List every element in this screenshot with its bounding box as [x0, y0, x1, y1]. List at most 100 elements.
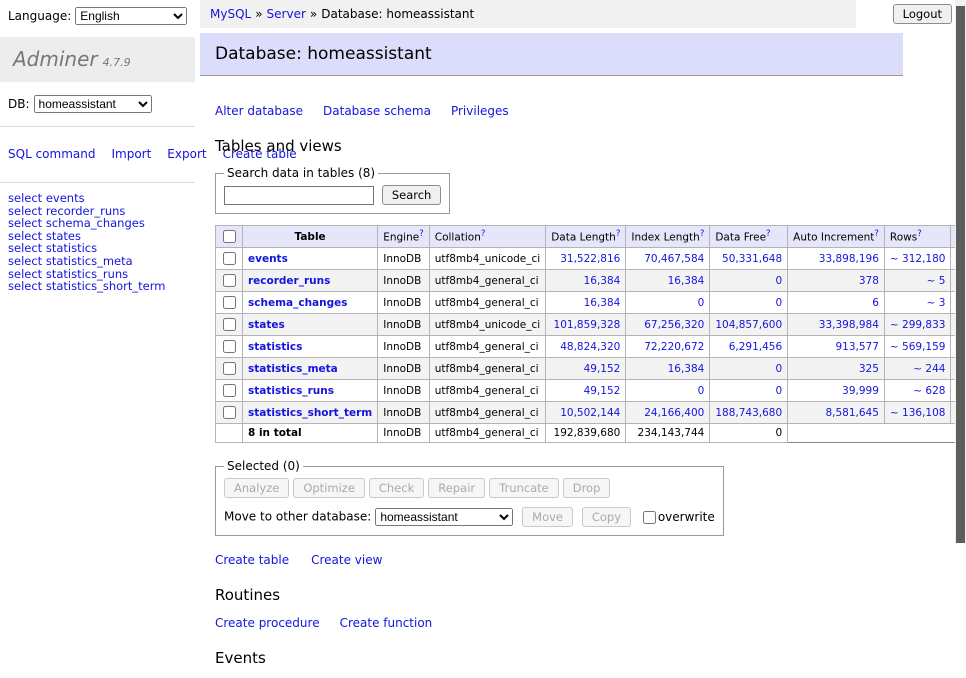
breadcrumb-server-type-link[interactable]: MySQL	[210, 7, 251, 21]
help-link[interactable]: ?	[874, 229, 879, 239]
rows-link[interactable]: ~ 244	[913, 363, 945, 375]
table-name-link[interactable]: statistics_runs	[248, 385, 334, 397]
truncate-button[interactable]: Truncate	[489, 478, 559, 498]
copy-button[interactable]: Copy	[582, 507, 631, 527]
vertical-scrollbar[interactable]	[955, 0, 966, 543]
data-length-link[interactable]: 31,522,816	[560, 253, 620, 265]
db-select[interactable]: homeassistant	[34, 95, 152, 113]
database-action-link[interactable]: Database schema	[323, 104, 431, 118]
overwrite-checkbox[interactable]	[643, 511, 656, 524]
data-free-link[interactable]: 50,331,648	[722, 253, 782, 265]
sidebar-select-link[interactable]: select events	[8, 192, 187, 205]
row-checkbox[interactable]	[223, 252, 236, 265]
move-button[interactable]: Move	[522, 507, 573, 527]
drop-button[interactable]: Drop	[563, 478, 611, 498]
auto-increment-link[interactable]: 8,581,645	[825, 407, 878, 419]
sidebar-select-link[interactable]: select statistics_meta	[8, 255, 187, 268]
row-checkbox[interactable]	[223, 318, 236, 331]
row-checkbox[interactable]	[223, 384, 236, 397]
help-link[interactable]: ?	[917, 229, 922, 239]
rows-link[interactable]: ~ 569,159	[890, 341, 946, 353]
auto-increment-link[interactable]: 378	[859, 275, 879, 287]
sidebar-command-link[interactable]: Import	[111, 147, 151, 161]
database-action-link[interactable]: Alter database	[215, 104, 303, 118]
table-name-link[interactable]: events	[248, 253, 288, 265]
sidebar-command-link[interactable]: SQL command	[8, 147, 95, 161]
data-length-link[interactable]: 16,384	[584, 297, 621, 309]
data-length-link[interactable]: 10,502,144	[560, 407, 620, 419]
help-link[interactable]: ?	[700, 229, 705, 239]
data-free-link[interactable]: 6,291,456	[729, 341, 782, 353]
create-link[interactable]: Create table	[215, 553, 289, 567]
rows-link[interactable]: ~ 3	[927, 297, 946, 309]
scrollbar-thumb[interactable]	[956, 6, 965, 543]
repair-button[interactable]: Repair	[428, 478, 485, 498]
index-length-link[interactable]: 70,467,584	[644, 253, 704, 265]
auto-increment-link[interactable]: 6	[872, 297, 879, 309]
table-name-link[interactable]: schema_changes	[248, 297, 348, 309]
search-legend: Search data in tables (8)	[224, 166, 378, 180]
rows-link[interactable]: ~ 299,833	[890, 319, 946, 331]
row-checkbox[interactable]	[223, 274, 236, 287]
row-checkbox[interactable]	[223, 340, 236, 353]
index-length-link[interactable]: 24,166,400	[644, 407, 704, 419]
routine-link[interactable]: Create function	[340, 616, 433, 630]
auto-increment-link[interactable]: 33,398,984	[819, 319, 879, 331]
create-link[interactable]: Create view	[311, 553, 382, 567]
index-length-link[interactable]: 0	[698, 297, 705, 309]
rows-link[interactable]: ~ 628	[913, 385, 945, 397]
engine-cell: InnoDB	[378, 248, 430, 270]
help-link[interactable]: ?	[481, 229, 486, 239]
sidebar-select-link[interactable]: select statistics_short_term	[8, 280, 187, 293]
auto-increment-link[interactable]: 913,577	[836, 341, 879, 353]
table-name-link[interactable]: recorder_runs	[248, 275, 330, 287]
help-link[interactable]: ?	[616, 229, 621, 239]
data-free-link[interactable]: 0	[775, 297, 782, 309]
data-length-link[interactable]: 49,152	[584, 385, 621, 397]
auto-increment-link[interactable]: 33,898,196	[819, 253, 879, 265]
select-all-checkbox[interactable]	[223, 230, 236, 243]
data-free-link[interactable]: 0	[775, 275, 782, 287]
data-free-link[interactable]: 0	[775, 385, 782, 397]
breadcrumb-server-link[interactable]: Server	[267, 7, 306, 21]
auto-increment-link[interactable]: 39,999	[842, 385, 879, 397]
sidebar-select-link[interactable]: select schema_changes	[8, 217, 187, 230]
data-length-link[interactable]: 101,859,328	[554, 319, 621, 331]
data-length-link[interactable]: 16,384	[584, 275, 621, 287]
index-length-link[interactable]: 72,220,672	[644, 341, 704, 353]
rows-link[interactable]: ~ 312,180	[890, 253, 946, 265]
data-free-link[interactable]: 104,857,600	[715, 319, 782, 331]
index-length-link[interactable]: 16,384	[668, 275, 705, 287]
language-select[interactable]: English	[75, 7, 187, 25]
help-link[interactable]: ?	[419, 229, 424, 239]
help-link[interactable]: ?	[766, 229, 771, 239]
row-checkbox[interactable]	[223, 296, 236, 309]
rows-link[interactable]: ~ 136,108	[890, 407, 946, 419]
routine-link[interactable]: Create procedure	[215, 616, 320, 630]
table-name-link[interactable]: statistics	[248, 341, 302, 353]
index-length-link[interactable]: 67,256,320	[644, 319, 704, 331]
data-length-link[interactable]: 48,824,320	[560, 341, 620, 353]
rows-link[interactable]: ~ 5	[927, 275, 946, 287]
table-name-link[interactable]: statistics_meta	[248, 363, 338, 375]
optimize-button[interactable]: Optimize	[293, 478, 365, 498]
row-checkbox[interactable]	[223, 406, 236, 419]
logout-button[interactable]: Logout	[893, 4, 952, 24]
database-action-link[interactable]: Privileges	[451, 104, 509, 118]
index-length-link[interactable]: 16,384	[668, 363, 705, 375]
move-database-select[interactable]: homeassistant	[375, 508, 513, 526]
analyze-button[interactable]: Analyze	[224, 478, 289, 498]
app-logo[interactable]: Adminer	[13, 47, 98, 71]
table-name-link[interactable]: statistics_short_term	[248, 407, 372, 419]
data-length-link[interactable]: 49,152	[584, 363, 621, 375]
selected-legend: Selected (0)	[224, 459, 303, 473]
search-button[interactable]: Search	[382, 185, 442, 205]
data-free-link[interactable]: 188,743,680	[715, 407, 782, 419]
table-name-link[interactable]: states	[248, 319, 285, 331]
search-input[interactable]	[224, 186, 374, 205]
auto-increment-link[interactable]: 325	[859, 363, 879, 375]
index-length-link[interactable]: 0	[698, 385, 705, 397]
data-free-link[interactable]: 0	[775, 363, 782, 375]
row-checkbox[interactable]	[223, 362, 236, 375]
check-button[interactable]: Check	[369, 478, 424, 498]
